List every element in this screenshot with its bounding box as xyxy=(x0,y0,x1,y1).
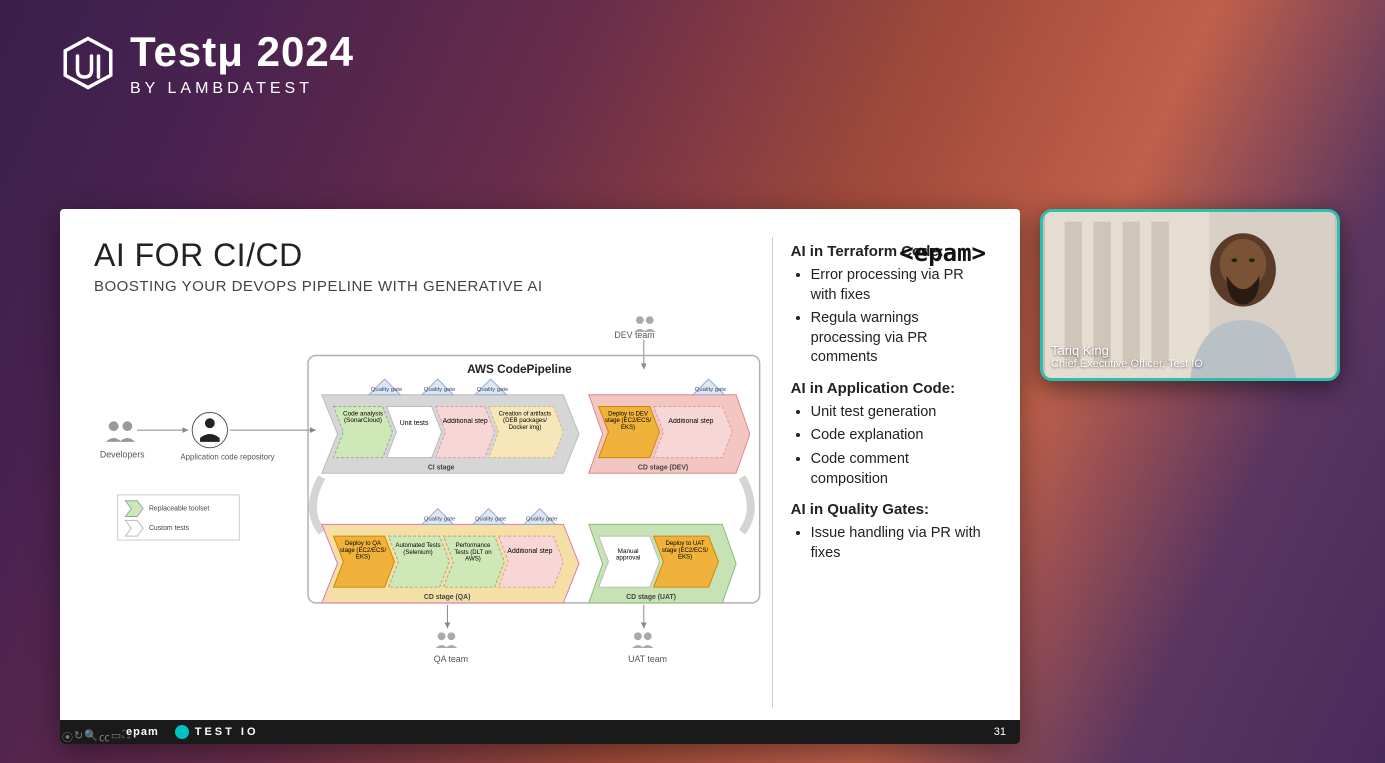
event-byline: BY LAMBDATEST xyxy=(130,80,354,98)
search-icon[interactable]: 🔍 xyxy=(84,729,98,744)
section-heading: AI in Application Code: xyxy=(791,380,986,397)
svg-text:CD stage (UAT): CD stage (UAT) xyxy=(626,594,676,601)
svg-text:Quality gate: Quality gate xyxy=(477,387,508,393)
list-item: Issue handling via PR with fixes xyxy=(811,524,986,563)
record-icon[interactable]: ⦿ xyxy=(62,729,73,744)
speaker-role: Chief Executive Officer, Test IO xyxy=(1051,358,1203,370)
list-item: Error processing via PR with fixes xyxy=(811,266,986,305)
cc-icon[interactable]: ㏄ xyxy=(99,729,110,744)
svg-text:Quality gate: Quality gate xyxy=(424,516,455,522)
testio-dot-icon xyxy=(175,725,189,739)
list-item: Code explanation xyxy=(811,426,986,446)
event-title: Testμ 2024 xyxy=(130,28,354,76)
svg-text:Quality gate: Quality gate xyxy=(526,516,557,522)
svg-text:UAT team: UAT team xyxy=(628,654,667,664)
svg-text:Quality gate: Quality gate xyxy=(695,387,726,393)
svg-text:Quality gate: Quality gate xyxy=(424,387,455,393)
speaker-webcam: Tariq King Chief Executive Officer, Test… xyxy=(1040,209,1340,381)
svg-text:Application code repository: Application code repository xyxy=(180,453,274,462)
svg-text:QA team: QA team xyxy=(434,654,468,664)
list-item: Unit test generation xyxy=(811,403,986,423)
window-icon[interactable]: ▭ xyxy=(111,729,121,744)
pipeline-diagram: DEV team AWS CodePipeline Developers xyxy=(94,309,762,669)
speaker-name: Tariq King xyxy=(1051,343,1203,358)
svg-text:Custom tests: Custom tests xyxy=(149,525,190,532)
footer-brand-epam: epam xyxy=(126,726,159,738)
svg-text:Quality gate: Quality gate xyxy=(475,516,506,522)
svg-text:CD stage (DEV): CD stage (DEV) xyxy=(638,464,688,471)
ai-sections: AI in Terraform Code: Error processing v… xyxy=(772,237,986,708)
footer-brand-testio: TEST IO xyxy=(195,726,259,738)
expand-icon[interactable]: ⛶ xyxy=(122,729,130,744)
section-heading: AI in Quality Gates: xyxy=(791,501,986,518)
list-item: Code comment composition xyxy=(811,450,986,489)
testmu-mark-icon xyxy=(60,35,116,91)
event-logo: Testμ 2024 BY LAMBDATEST xyxy=(60,28,354,98)
svg-text:AWS CodePipeline: AWS CodePipeline xyxy=(467,363,572,376)
presentation-slide: AI FOR CI/CD BOOSTING YOUR DEVOPS PIPELI… xyxy=(60,209,1020,744)
slide-subtitle: BOOSTING YOUR DEVOPS PIPELINE WITH GENER… xyxy=(94,278,762,295)
epam-logo: <epam> xyxy=(899,239,986,267)
svg-text:DEV team: DEV team xyxy=(614,330,654,340)
svg-text:Replaceable toolset: Replaceable toolset xyxy=(149,506,209,513)
refresh-icon[interactable]: ↻ xyxy=(74,729,83,744)
slide-title: AI FOR CI/CD xyxy=(94,237,762,274)
page-number: 31 xyxy=(994,726,1006,738)
svg-text:CI stage: CI stage xyxy=(428,464,455,471)
slide-footer: ⦿ ↻ 🔍 ㏄ ▭ ⛶ epam TEST IO 31 xyxy=(60,720,1020,744)
list-item: Regula warnings processing via PR commen… xyxy=(811,309,986,368)
svg-text:Quality gate: Quality gate xyxy=(371,387,402,393)
svg-text:CD stage (QA): CD stage (QA) xyxy=(424,594,471,601)
player-controls[interactable]: ⦿ ↻ 🔍 ㏄ ▭ ⛶ xyxy=(62,729,130,744)
svg-text:Developers: Developers xyxy=(100,450,145,460)
